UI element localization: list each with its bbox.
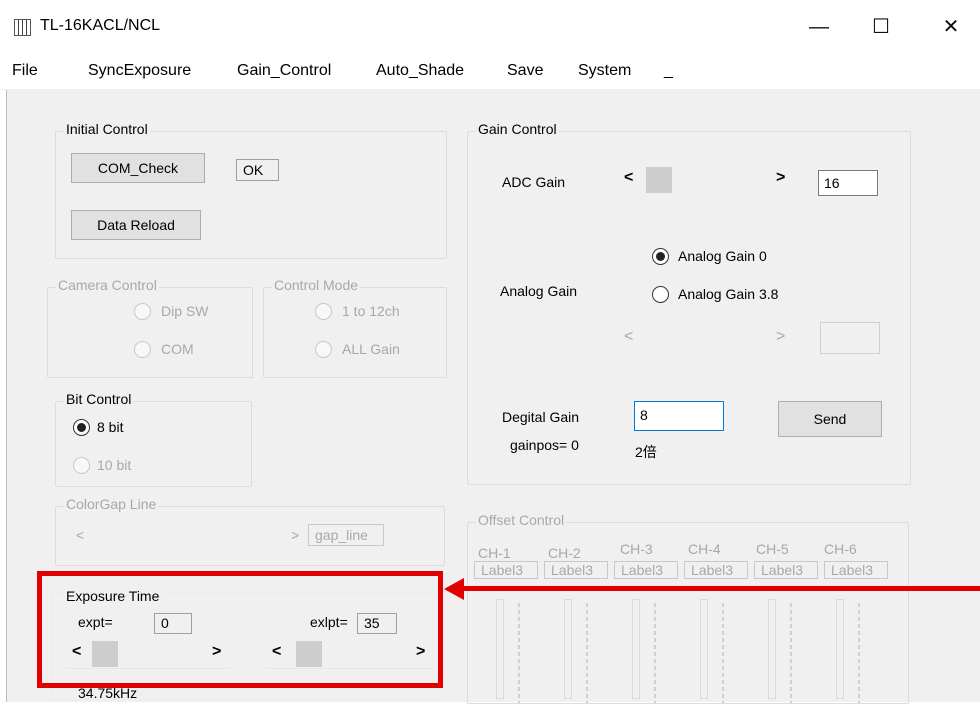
gain-control-title: Gain Control [476, 121, 559, 137]
dip-sw-label: Dip SW [161, 303, 209, 319]
analog-gain-38-label: Analog Gain 3.8 [678, 286, 779, 302]
bit-control-title: Bit Control [64, 391, 134, 407]
colorgap-title: ColorGap Line [64, 496, 159, 512]
menu-syncexposure[interactable]: SyncExposure [88, 62, 191, 80]
ch1-slider[interactable] [496, 599, 504, 699]
one-to-12ch-radio[interactable] [315, 303, 332, 320]
send-button[interactable]: Send [778, 401, 882, 437]
ch4-ticks [722, 603, 724, 703]
analog-left-arrow[interactable]: < [624, 328, 633, 346]
highlight-arrow-line [460, 586, 980, 591]
initial-control-group: Initial Control COM_Check OK Data Reload [55, 121, 447, 259]
ch6-ticks [858, 603, 860, 703]
adc-right-arrow[interactable]: > [776, 169, 785, 187]
minimize-button[interactable]: — [796, 10, 842, 44]
ch4-slider[interactable] [700, 599, 708, 699]
ch6-value: Label3 [824, 561, 888, 579]
analog-gain-0-label: Analog Gain 0 [678, 248, 767, 264]
camera-control-title: Camera Control [56, 277, 159, 293]
app-icon [14, 19, 31, 36]
gainpos-label: gainpos= 0 [510, 437, 579, 453]
dip-sw-radio[interactable] [134, 303, 151, 320]
analog-right-arrow[interactable]: > [776, 328, 785, 346]
ch3-ticks [654, 603, 656, 703]
8bit-radio[interactable] [73, 419, 90, 436]
gap-line-label: gap_line [308, 524, 384, 546]
10bit-label: 10 bit [97, 457, 132, 473]
menu-system[interactable]: System [578, 62, 631, 80]
ch5-slider[interactable] [768, 599, 776, 699]
com-label: COM [161, 341, 194, 357]
bit-control-group: Bit Control 8 bit 10 bit [55, 391, 252, 487]
menu-save[interactable]: Save [507, 62, 543, 80]
analog-value-box [820, 322, 880, 354]
camera-control-group: Camera Control Dip SW COM [47, 277, 253, 378]
adc-gain-scrollbar[interactable]: < > [614, 165, 792, 195]
ch3-value: Label3 [614, 561, 678, 579]
data-reload-button[interactable]: Data Reload [71, 210, 201, 240]
analog-gain-0-radio[interactable] [652, 248, 669, 265]
ch6-slider[interactable] [836, 599, 844, 699]
analog-gain-label: Analog Gain [500, 283, 578, 299]
10bit-radio[interactable] [73, 457, 90, 474]
ch2-value: Label3 [544, 561, 608, 579]
ch4-label: CH-4 [688, 541, 721, 557]
analog-gain-38-radio[interactable] [652, 286, 669, 303]
ch1-label: CH-1 [478, 545, 511, 561]
ch5-label: CH-5 [756, 541, 789, 557]
colorgap-right-arrow[interactable]: > [291, 527, 299, 543]
adc-gain-value[interactable]: 16 [818, 170, 878, 196]
one-to-12ch-label: 1 to 12ch [342, 303, 400, 319]
highlight-arrow-head [444, 578, 464, 600]
ch1-value: Label3 [474, 561, 538, 579]
gain-control-group: Gain Control ADC Gain < > 16 Analog Gain… [467, 121, 911, 485]
all-gain-radio[interactable] [315, 341, 332, 358]
adc-gain-label: ADC Gain [502, 174, 566, 190]
ch4-value: Label3 [684, 561, 748, 579]
adc-left-arrow[interactable]: < [624, 169, 633, 187]
ch6-label: CH-6 [824, 541, 857, 557]
digital-gain-input[interactable]: 8 [634, 401, 724, 431]
highlight-box [37, 571, 443, 688]
ch1-ticks [518, 603, 520, 703]
com-check-button[interactable]: COM_Check [71, 153, 205, 183]
ch3-label: CH-3 [620, 541, 653, 557]
com-radio[interactable] [134, 341, 151, 358]
title-bar: TL-16KACL/NCL — ☐ ✕ [0, 0, 980, 54]
ch3-slider[interactable] [632, 599, 640, 699]
all-gain-label: ALL Gain [342, 341, 400, 357]
ch5-ticks [790, 603, 792, 703]
colorgap-group: ColorGap Line < > gap_line [55, 496, 445, 566]
close-button[interactable]: ✕ [928, 10, 974, 44]
adc-thumb[interactable] [646, 167, 672, 193]
maximize-button[interactable]: ☐ [858, 10, 904, 44]
multiplier-label: 2倍 [635, 444, 657, 460]
control-mode-group: Control Mode 1 to 12ch ALL Gain [263, 277, 447, 378]
offset-control-group: Offset Control CH-1 CH-2 CH-3 CH-4 CH-5 … [467, 512, 909, 704]
ch5-value: Label3 [754, 561, 818, 579]
menu-file[interactable]: File [12, 62, 38, 80]
menu-gain-control[interactable]: Gain_Control [237, 62, 331, 80]
ch2-label: CH-2 [548, 545, 581, 561]
analog-scrollbar[interactable]: < > [614, 324, 792, 354]
digital-gain-label: Degital Gain [502, 409, 580, 425]
menu-bar: File SyncExposure Gain_Control Auto_Shad… [0, 54, 980, 90]
menu-extra[interactable]: _ [664, 62, 673, 80]
com-status-label: OK [236, 159, 279, 181]
offset-control-title: Offset Control [476, 512, 567, 528]
ch2-ticks [586, 603, 588, 703]
8bit-label: 8 bit [97, 419, 124, 435]
initial-control-title: Initial Control [64, 121, 150, 137]
colorgap-left-arrow[interactable]: < [76, 527, 84, 543]
menu-auto-shade[interactable]: Auto_Shade [376, 62, 464, 80]
control-mode-title: Control Mode [272, 277, 361, 293]
ch2-slider[interactable] [564, 599, 572, 699]
window-title: TL-16KACL/NCL [40, 17, 161, 34]
